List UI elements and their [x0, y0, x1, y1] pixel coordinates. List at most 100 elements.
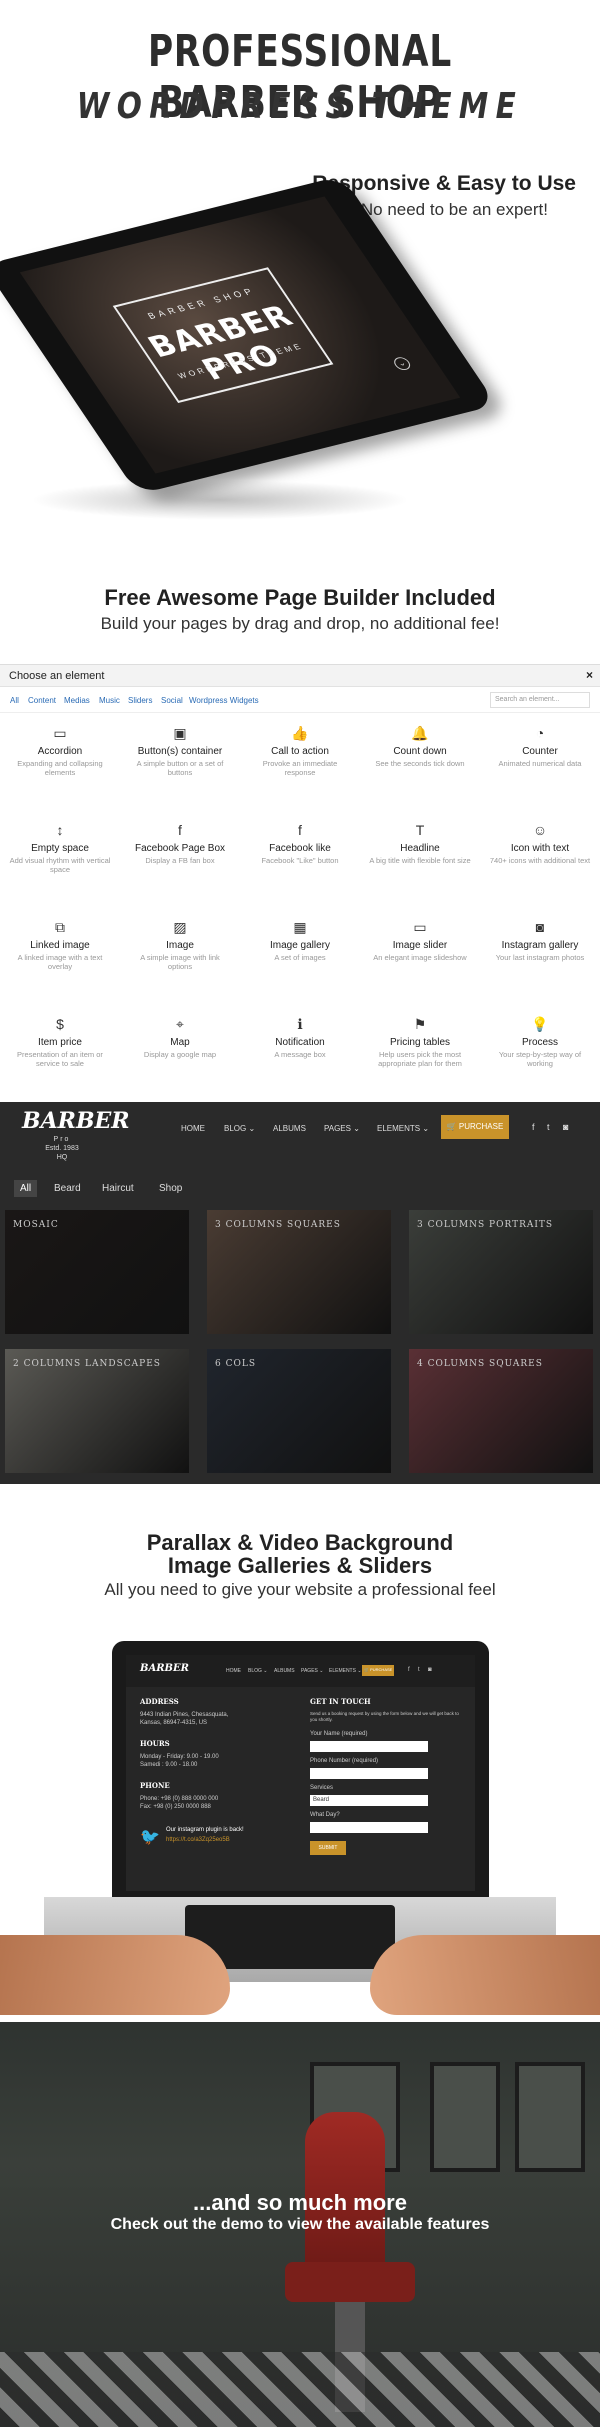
element-name: Map [170, 1037, 190, 1048]
element-option[interactable]: 👍 Call to action Provoke an immediate resp… [240, 724, 360, 777]
filter-all[interactable]: All [14, 1180, 38, 1197]
tile-label: 3 COLUMNS PORTRAITS [417, 1220, 554, 1230]
laptop-logo: BARBER [140, 1663, 189, 1674]
tab-content[interactable]: Content [28, 696, 56, 705]
gallery-tile[interactable]: 4 COLUMNS SQUARES [409, 1349, 593, 1473]
logo-sub: Pro [53, 1136, 71, 1143]
filter-shop[interactable]: Shop [153, 1180, 188, 1197]
facebook-icon[interactable]: f [532, 1122, 535, 1132]
gallery-tile[interactable]: 3 COLUMNS SQUARES [207, 1210, 391, 1334]
hours-line-1: Monday - Friday: 9.00 - 19.00 [140, 1754, 219, 1760]
element-name: Image slider [392, 940, 448, 951]
submit-button[interactable]: SUBMIT [310, 1841, 346, 1855]
barber-logo[interactable]: BARBER Pro Estd. 1983 HQ [22, 1108, 130, 1162]
element-icon: ▨ [173, 919, 187, 935]
element-icon: ▭ [413, 919, 427, 935]
tab-all[interactable]: All [10, 696, 19, 705]
element-option[interactable]: ℹ Notification A message box [240, 1015, 360, 1059]
element-chooser-dialog: Choose an element × All Content Medias M… [0, 664, 600, 1102]
element-option[interactable]: ▨ Image A simple image with link options [120, 918, 240, 971]
element-option[interactable]: ⌖ Map Display a google map [120, 1015, 240, 1059]
element-description: Provoke an immediate response [262, 759, 338, 777]
element-option[interactable]: ☺ Icon with text 740+ icons with additiona… [480, 821, 600, 865]
tab-social[interactable]: Social [161, 696, 183, 705]
element-option[interactable]: ▭ Image slider An elegant image slideshow [360, 918, 480, 962]
address-line-2: Kansas, 86947-4315, US [140, 1720, 208, 1726]
element-option[interactable]: ⚑ Pricing tables Help users pick the most … [360, 1015, 480, 1068]
wall-frame [430, 2062, 500, 2172]
hours-heading: HOURS [140, 1739, 170, 1748]
element-option[interactable]: ▦ Image gallery A set of images [240, 918, 360, 962]
tile-label: MOSAIC [13, 1220, 59, 1230]
element-icon: 👍 [291, 725, 309, 741]
element-option[interactable]: ◙ Instagram gallery Your last instagram ph… [480, 918, 600, 962]
laptop-screen: BARBER HOME BLOG ⌄ ALBUMS PAGES ⌄ ELEMEN… [126, 1655, 475, 1891]
element-option[interactable]: ▭ Accordion Expanding and collapsing eleme… [0, 724, 120, 777]
laptop-nav-home: HOME [226, 1668, 241, 1674]
element-option[interactable]: ⧉ Linked image A linked image with a text … [0, 918, 120, 971]
gallery-tile[interactable]: 2 COLUMNS LANDSCAPES [5, 1349, 189, 1473]
nav-home[interactable]: HOME [181, 1124, 205, 1133]
phone-line-2: Fax: +98 (0) 250 0000 888 [140, 1804, 211, 1810]
element-icon: ⚑ [413, 1016, 427, 1032]
phone-input[interactable] [310, 1768, 428, 1779]
gallery-tile[interactable]: 6 COLS [207, 1349, 391, 1473]
gallery-tile[interactable]: MOSAIC [5, 1210, 189, 1334]
page-builder-title: Free Awesome Page Builder Included [104, 585, 496, 610]
element-search-input[interactable]: Search an element... [490, 692, 590, 708]
nav-elements[interactable]: ELEMENTS ⌄ [377, 1124, 429, 1133]
tablet-logo-box: BARBER SHOP BARBER PRO WORDPRESS THEME [112, 267, 334, 403]
name-input[interactable] [310, 1741, 428, 1752]
close-icon[interactable]: × [586, 668, 593, 682]
element-icon: ⌖ [176, 1016, 184, 1032]
element-name: Button(s) container [137, 746, 223, 757]
element-description: A linked image with a text overlay [17, 953, 103, 971]
nav-blog[interactable]: BLOG ⌄ [224, 1124, 255, 1133]
element-option[interactable]: ▣ Button(s) container A simple button or a… [120, 724, 240, 777]
logo-hq: HQ [56, 1154, 68, 1161]
element-name: Headline [400, 843, 440, 854]
twitter-icon[interactable]: t [547, 1122, 550, 1132]
element-option[interactable]: T Headline A big title with flexible font … [360, 821, 480, 865]
services-select[interactable]: Beard [310, 1795, 428, 1806]
day-input[interactable] [310, 1822, 428, 1833]
services-label: Services [310, 1785, 334, 1791]
element-icon: ▣ [173, 725, 187, 741]
dialog-header: Choose an element × [0, 665, 600, 687]
nav-pages[interactable]: PAGES ⌄ [324, 1124, 360, 1133]
element-option[interactable]: f Facebook like Facebook "Like" button [240, 821, 360, 865]
laptop-nav-pages: PAGES ⌄ [301, 1668, 324, 1674]
element-icon: ▦ [293, 919, 307, 935]
laptop-purchase-button: 🛒 PURCHASE [362, 1665, 394, 1676]
element-option[interactable]: 🔔 Count down See the seconds tick down [360, 724, 480, 768]
tab-sliders[interactable]: Sliders [128, 696, 152, 705]
element-option[interactable]: ↕ Empty space Add visual rhythm with verti… [0, 821, 120, 874]
filter-haircut[interactable]: Haircut [96, 1180, 140, 1197]
filter-beard[interactable]: Beard [48, 1180, 87, 1197]
contact-intro: Send us a booking request by using the f… [310, 1711, 459, 1722]
element-option[interactable]: 💡 Process Your step-by-step way of working [480, 1015, 600, 1068]
instagram-icon[interactable]: ◙ [563, 1122, 568, 1132]
element-option[interactable]: ◔ Counter Animated numerical data [480, 724, 600, 768]
element-icon: T [415, 822, 425, 838]
element-description: A big title with flexible font size [369, 856, 471, 865]
tab-wordpress-widgets[interactable]: Wordpress Widgets [189, 696, 259, 705]
element-description: A message box [274, 1050, 326, 1059]
element-name: Accordion [37, 746, 83, 757]
nav-albums[interactable]: ALBUMS [273, 1124, 306, 1133]
element-name: Pricing tables [389, 1037, 451, 1048]
element-name: Notification [275, 1037, 325, 1048]
element-name: Counter [522, 746, 558, 757]
gallery-tile[interactable]: 3 COLUMNS PORTRAITS [409, 1210, 593, 1334]
responsive-section: Responsive & Easy to Use No need to be a… [0, 150, 600, 570]
laptop-instagram-icon: ◙ [428, 1667, 432, 1673]
tab-music[interactable]: Music [99, 696, 120, 705]
page-builder-subtitle: Build your pages by drag and drop, no ad… [100, 614, 500, 633]
element-option[interactable]: f Facebook Page Box Display a FB fan box [120, 821, 240, 865]
laptop-nav-elements: ELEMENTS ⌄ [329, 1668, 362, 1674]
purchase-button[interactable]: 🛒 PURCHASE [441, 1115, 509, 1139]
tweet-link[interactable]: https://t.co/a3Zq25eo5B [166, 1837, 230, 1843]
element-name: Empty space [31, 843, 89, 854]
element-option[interactable]: $ Item price Presentation of an item or se… [0, 1015, 120, 1068]
tab-medias[interactable]: Medias [64, 696, 90, 705]
